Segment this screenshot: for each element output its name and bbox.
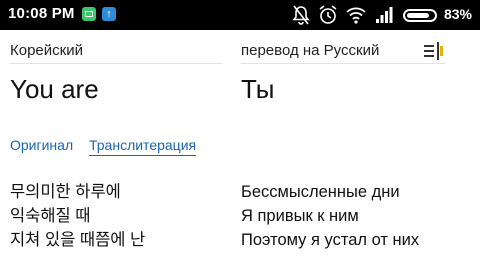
signal-icon: [376, 7, 393, 23]
alarm-icon: [319, 5, 337, 24]
settings-list-icon[interactable]: [423, 41, 445, 61]
source-line: 지쳐 있을 때쯤에 난: [10, 231, 146, 249]
source-line: 무의미한 하루에: [10, 183, 121, 201]
source-word: You are: [10, 74, 99, 104]
source-lines: 무의미한 하루에 익숙해질 때 지쳐 있을 때쯤에 난: [10, 180, 145, 252]
wifi-icon: [346, 7, 366, 24]
target-language[interactable]: перевод на Русский: [241, 42, 379, 59]
tab-transliteration[interactable]: Транслитерация: [89, 137, 197, 156]
status-time: 10:08 PM: [8, 5, 75, 22]
target-line: Я привык к ним: [241, 207, 359, 225]
source-divider: [10, 63, 222, 64]
app-icon: [82, 7, 96, 21]
upload-icon: ↑: [102, 7, 116, 21]
battery-icon: [403, 9, 437, 22]
source-language[interactable]: Корейский: [10, 42, 83, 59]
battery-percent: 83%: [443, 6, 472, 22]
target-lines: Бессмысленные дни Я привык к ним Поэтому…: [241, 180, 419, 252]
tab-original[interactable]: Оригинал: [10, 137, 73, 153]
target-line: Поэтому я устал от них: [241, 231, 420, 249]
status-bar: 10:08 PM ↑ 83%: [0, 0, 480, 30]
mute-icon: [292, 5, 310, 25]
target-line: Бессмысленные дни: [241, 183, 400, 201]
target-divider: [241, 63, 445, 64]
source-line: 익숙해질 때: [10, 207, 91, 225]
target-word: Ты: [241, 74, 275, 104]
